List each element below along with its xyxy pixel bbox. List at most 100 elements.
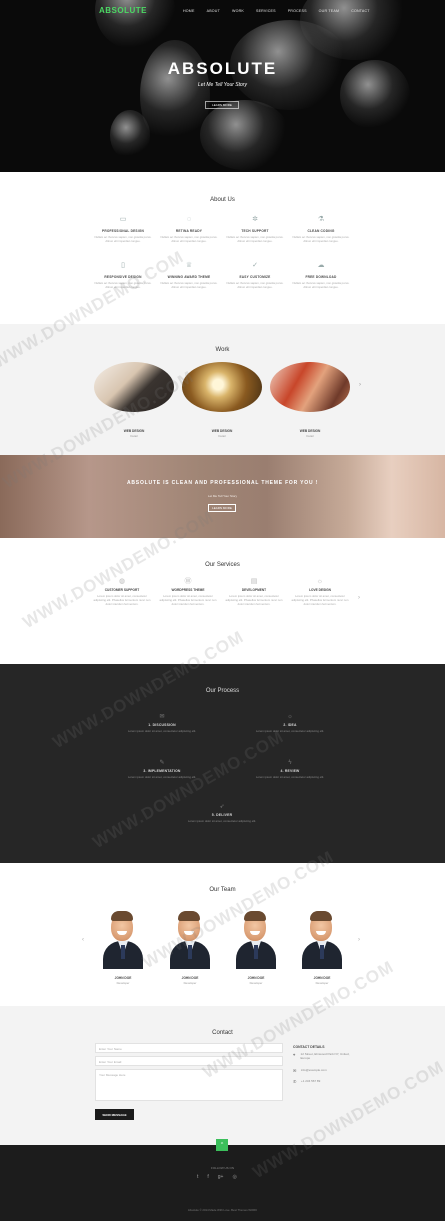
work-item-title: WEB DESIGN: [299, 429, 321, 433]
work-item-detail[interactable]: Detail: [182, 434, 262, 438]
hero-learn-more-button[interactable]: LEARN MORE: [205, 101, 239, 109]
service-text: Lorem ipsum dolor sit amet, consectetur …: [159, 594, 217, 606]
nav-link-about[interactable]: ABOUT: [207, 9, 220, 13]
chevron-right-icon[interactable]: ›: [358, 937, 360, 943]
email-field[interactable]: Enter Your Email: [95, 1056, 283, 1066]
service-title: LOVE DESIGN: [309, 588, 331, 592]
work-item[interactable]: WEB DESIGN Detail: [94, 362, 174, 438]
team-member: JOHN DOE Developer: [300, 911, 344, 985]
follow-us-label: FOLLOW US ON: [210, 1166, 234, 1170]
facebook-icon[interactable]: f: [207, 1174, 208, 1180]
monitor-icon: ▭: [119, 216, 127, 223]
nav-link-work[interactable]: WORK: [232, 9, 244, 13]
feature-text: Nullam ac rhoncus sapien, non gravida pu…: [94, 281, 152, 289]
service-text: Lorem ipsum dolor sit amet, consectetur …: [225, 594, 283, 606]
contact-email[interactable]: info@example.com: [301, 1068, 327, 1073]
work-image-food[interactable]: [270, 362, 350, 412]
contact-address-row: ⌖ 12 Street, Elmwood Park NY, United, Eu…: [293, 1052, 353, 1060]
contact-email-row: ✉ info@example.com: [293, 1068, 327, 1073]
chevron-right-icon[interactable]: ›: [359, 382, 361, 388]
work-item[interactable]: WEB DESIGN Detail: [270, 362, 350, 438]
services-title: Our Services: [205, 562, 240, 568]
chat-icon: ✉: [159, 714, 165, 720]
team-member-role: Developer: [183, 981, 197, 985]
nav-link-team[interactable]: OUR TEAM: [319, 9, 340, 13]
work-item-detail[interactable]: Detail: [94, 434, 174, 438]
social-links: t f g+ ◎: [197, 1174, 237, 1180]
name-field[interactable]: Enter Your Name: [95, 1043, 283, 1053]
feature-item: ✲ TECH SUPPORT Nullam ac rhoncus sapien,…: [223, 216, 287, 243]
brand-logo[interactable]: ABSOLUTE: [99, 6, 147, 15]
team-member: JOHN DOE Developer: [234, 911, 278, 985]
team-member-name: JOHN DOE: [247, 976, 265, 980]
flask-icon: ⚗: [317, 216, 325, 223]
team-member-avatar: [234, 911, 278, 969]
work-item[interactable]: WEB DESIGN Detail: [182, 362, 262, 438]
feature-item: ◌ RETINA READY Nullam ac rhoncus sapien,…: [157, 216, 221, 243]
twitter-icon[interactable]: t: [197, 1174, 198, 1180]
service-title: CUSTOMER SUPPORT: [104, 588, 140, 592]
service-text: Lorem ipsum dolor sit amet, consectetur …: [291, 594, 349, 606]
nav-links: HOME ABOUT WORK SERVICES PROCESS OUR TEA…: [183, 9, 382, 13]
chevron-up-icon: ^: [220, 1142, 224, 1148]
feature-item: ▯ RESPONSIVE DESIGN Nullam ac rhoncus sa…: [91, 262, 155, 289]
feature-title: RETINA READY: [175, 229, 203, 233]
nav-link-home[interactable]: HOME: [183, 9, 195, 13]
about-section: About Us ▭ PROFESSIONAL DESIGN Nullam ac…: [0, 172, 445, 324]
banner-subtitle: Let Me Tell Your Story: [207, 494, 238, 498]
feature-title: RESPONSIVE DESIGN: [104, 275, 142, 279]
send-message-button[interactable]: SEND MESSAGE: [95, 1109, 134, 1120]
mobile-icon: ▯: [121, 262, 125, 269]
chat-icon: ◌: [186, 216, 192, 223]
contact-details-title: CONTACT DETAILS: [293, 1045, 325, 1049]
hero-subtitle: Let Me Tell Your Story: [198, 82, 247, 88]
chevron-right-icon[interactable]: ›: [358, 595, 360, 601]
chevron-left-icon[interactable]: ‹: [82, 937, 84, 943]
nav-link-contact[interactable]: CONTACT: [351, 9, 370, 13]
process-title: Our Process: [205, 688, 240, 694]
book-icon: ▤: [250, 578, 258, 585]
team-member-name: JOHN DOE: [114, 976, 132, 980]
team-member-avatar: [101, 911, 145, 969]
bulb-icon: ☼: [287, 714, 293, 720]
process-step-title: 1. DISCUSSION: [148, 723, 176, 727]
feature-text: Nullam ac rhoncus sapien, non gravida pu…: [226, 235, 284, 243]
team-member-role: Developer: [249, 981, 263, 985]
service-title: DEVELOPMENT: [241, 588, 267, 592]
service-item: ▤ DEVELOPMENT Lorem ipsum dolor sit amet…: [223, 578, 285, 606]
work-item-detail[interactable]: Detail: [270, 434, 350, 438]
envelope-icon: ✉: [293, 1068, 297, 1073]
work-title: Work: [215, 347, 230, 353]
work-image-laptop[interactable]: [94, 362, 174, 412]
team-section: Our Team ‹ JOHN DOE Developer JOHN DOE D…: [0, 863, 445, 1006]
back-to-top-button[interactable]: ^: [216, 1139, 228, 1151]
work-section: Work WEB DESIGN Detail WEB DESIGN Detail…: [0, 324, 445, 455]
google-plus-icon[interactable]: g+: [218, 1174, 224, 1180]
thumbs-up-icon: ✓: [252, 262, 258, 269]
process-step: ✉ 1. DISCUSSION Lorem ipsum dolor sit am…: [102, 714, 222, 733]
process-section: Our Process ✉ 1. DISCUSSION Lorem ipsum …: [0, 664, 445, 863]
feature-text: Nullam ac rhoncus sapien, non gravida pu…: [160, 235, 218, 243]
banner-learn-more-button[interactable]: LEARN MORE: [208, 504, 236, 512]
hero-title: ABSOLUTE: [167, 59, 278, 78]
process-step: ➶ 5. DELIVER Lorem ipsum dolor sit amet,…: [162, 804, 282, 823]
rocket-icon: ➶: [219, 804, 225, 810]
map-marker-icon: ⌖: [293, 1052, 296, 1057]
process-step: ϟ 4. REVIEW Lorem ipsum dolor sit amet, …: [230, 760, 350, 779]
process-step-text: Lorem ipsum dolor sit amet, consectetur …: [187, 819, 257, 823]
dribbble-icon[interactable]: ◎: [232, 1174, 236, 1180]
pencil-icon: ✎: [159, 760, 165, 766]
service-item: ◍ CUSTOMER SUPPORT Lorem ipsum dolor sit…: [91, 578, 153, 606]
feature-text: Nullam ac rhoncus sapien, non gravida pu…: [292, 235, 350, 243]
feature-text: Nullam ac rhoncus sapien, non gravida pu…: [160, 281, 218, 289]
message-field[interactable]: Your Message Here: [95, 1069, 283, 1101]
nav-link-process[interactable]: PROCESS: [288, 9, 307, 13]
nav-link-services[interactable]: SERVICES: [256, 9, 276, 13]
feature-text: Nullam ac rhoncus sapien, non gravida pu…: [226, 281, 284, 289]
process-step-title: 3. IMPLEMENTATION: [143, 769, 181, 773]
work-image-crystal-ball[interactable]: [182, 362, 262, 412]
process-step-text: Lorem ipsum dolor sit amet, consectetur …: [127, 729, 197, 733]
contact-address: 12 Street, Elmwood Park NY, United, Euro…: [300, 1052, 350, 1060]
wordpress-icon: Ⓦ: [184, 578, 192, 585]
process-step-title: 2. IDEA: [283, 723, 297, 727]
